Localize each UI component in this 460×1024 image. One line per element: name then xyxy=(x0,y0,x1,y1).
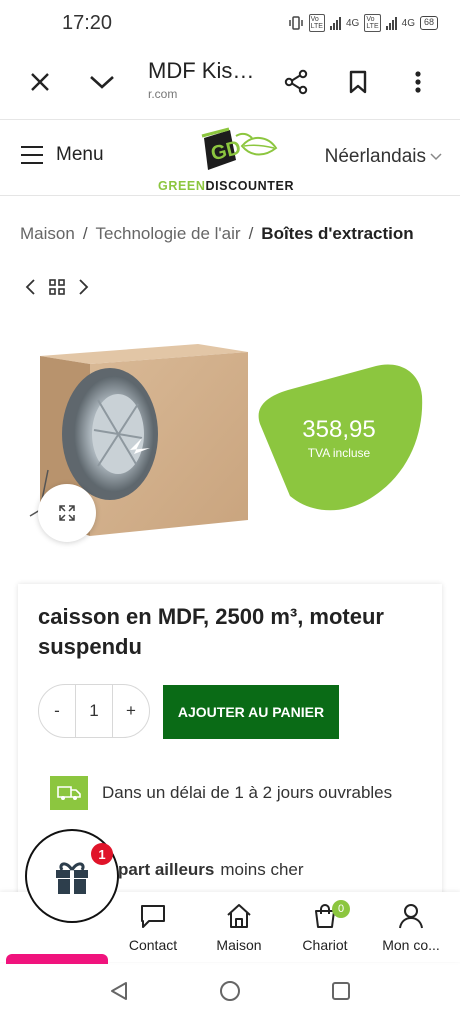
gift-badge: 1 xyxy=(91,843,113,865)
battery-icon: 68 xyxy=(419,16,438,30)
qty-input[interactable]: 1 xyxy=(75,684,113,738)
product-navigation xyxy=(24,278,90,296)
qty-decrease-button[interactable]: - xyxy=(39,684,75,738)
nav-contact-label: Contact xyxy=(128,937,178,953)
chevron-down-icon xyxy=(430,153,442,161)
share-button[interactable] xyxy=(276,62,316,102)
chevron-down-icon xyxy=(90,76,114,89)
volte-tag-2: Vo LTE xyxy=(364,14,381,32)
gift-icon xyxy=(56,862,88,894)
breadcrumb: Maison / Technologie de l'air / Boîtes d'ext… xyxy=(20,224,450,244)
status-icons: Vo LTE 4G Vo LTE 4G 68 xyxy=(288,14,438,32)
share-icon xyxy=(284,69,308,95)
prev-product-icon[interactable] xyxy=(24,278,38,296)
page-title-area[interactable]: MDF Kis… r.com xyxy=(148,58,254,101)
bookmark-icon xyxy=(349,70,367,94)
menu-button[interactable]: Menu xyxy=(20,144,104,166)
truck-icon xyxy=(50,776,88,810)
recents-icon[interactable] xyxy=(330,980,352,1002)
signal-icon xyxy=(329,16,341,30)
status-time: 17:20 xyxy=(62,11,113,34)
bookmark-button[interactable] xyxy=(338,62,378,102)
site-header: Menu GD GREENDISCOUNTER Néerlandais xyxy=(0,120,460,196)
user-icon xyxy=(399,904,423,929)
breadcrumb-home[interactable]: Maison xyxy=(20,224,75,243)
chat-icon xyxy=(141,905,165,928)
hamburger-icon xyxy=(21,146,43,164)
promo-tab[interactable] xyxy=(6,954,108,964)
gift-button[interactable]: 1 xyxy=(25,829,119,923)
product-title: caisson en MDF, 2500 m³, moteur suspendu xyxy=(38,604,384,659)
grid-icon[interactable] xyxy=(48,278,66,296)
logo-wordmark: GREENDISCOUNTER xyxy=(158,179,295,193)
back-icon[interactable] xyxy=(108,980,130,1002)
network-type-2: 4G xyxy=(401,17,415,29)
signal-icon-2 xyxy=(385,16,397,30)
breadcrumb-separator: / xyxy=(248,224,254,243)
expand-icon xyxy=(59,505,75,521)
delivery-info: Dans un délai de 1 à 2 jours ouvrables xyxy=(50,776,392,810)
vat-label: TVA incluse xyxy=(307,446,371,460)
system-navigation xyxy=(0,962,460,1024)
breadcrumb-current: Boîtes d'extraction xyxy=(261,224,414,243)
quantity-stepper: - 1 + xyxy=(38,684,150,738)
nav-home-label: Maison xyxy=(216,937,262,953)
collapse-button[interactable] xyxy=(82,62,122,102)
cart-count-badge: 0 xyxy=(332,900,350,918)
network-type: 4G xyxy=(345,17,360,29)
page-title: MDF Kis… xyxy=(148,58,255,83)
vibrate-icon xyxy=(288,16,303,30)
more-vertical-icon xyxy=(415,71,421,93)
delivery-text: Dans un délai de 1 à 2 jours ouvrables xyxy=(102,783,393,802)
browser-toolbar: MDF Kis… r.com xyxy=(0,46,460,120)
home-icon xyxy=(227,904,251,928)
nav-cart-label: Chariot xyxy=(302,937,348,953)
volte-tag: Vo LTE xyxy=(308,14,325,32)
add-to-cart-button[interactable]: AJOUTER AU PANIER xyxy=(163,685,339,739)
qty-increase-button[interactable]: + xyxy=(113,684,149,738)
nav-account-label: Mon co... xyxy=(382,937,440,953)
cheaper-bold: part ailleurs xyxy=(118,860,215,879)
breadcrumb-separator: / xyxy=(82,224,88,243)
language-selector[interactable]: Néerlandais xyxy=(325,146,442,168)
zoom-button[interactable] xyxy=(38,484,96,542)
more-options-button[interactable] xyxy=(398,62,438,102)
cheaper-text: moins cher xyxy=(220,860,304,879)
logo-mark: GD xyxy=(201,127,278,170)
product-price: 358,95 xyxy=(302,416,376,443)
nav-cart[interactable]: 0 Chariot xyxy=(280,900,370,953)
nav-account[interactable]: Mon co... xyxy=(366,902,456,953)
language-label: Néerlandais xyxy=(324,146,426,167)
menu-label: Menu xyxy=(56,144,104,165)
page-domain: r.com xyxy=(148,87,178,101)
home-circle-icon[interactable] xyxy=(219,980,241,1002)
nav-home[interactable]: Maison xyxy=(194,902,284,953)
breadcrumb-category[interactable]: Technologie de l'air xyxy=(96,224,241,243)
nav-contact[interactable]: Contact xyxy=(108,902,198,953)
price-badge: 358,95 TVA incluse xyxy=(250,362,428,516)
next-product-icon[interactable] xyxy=(76,278,90,296)
close-button[interactable] xyxy=(20,62,60,102)
close-icon xyxy=(31,73,49,91)
site-logo[interactable]: GD GREENDISCOUNTER xyxy=(156,126,296,193)
status-bar: 17:20 Vo LTE 4G Vo LTE 4G 68 xyxy=(0,0,460,46)
cheaper-elsewhere[interactable]: part ailleurs moins cher xyxy=(118,860,304,880)
